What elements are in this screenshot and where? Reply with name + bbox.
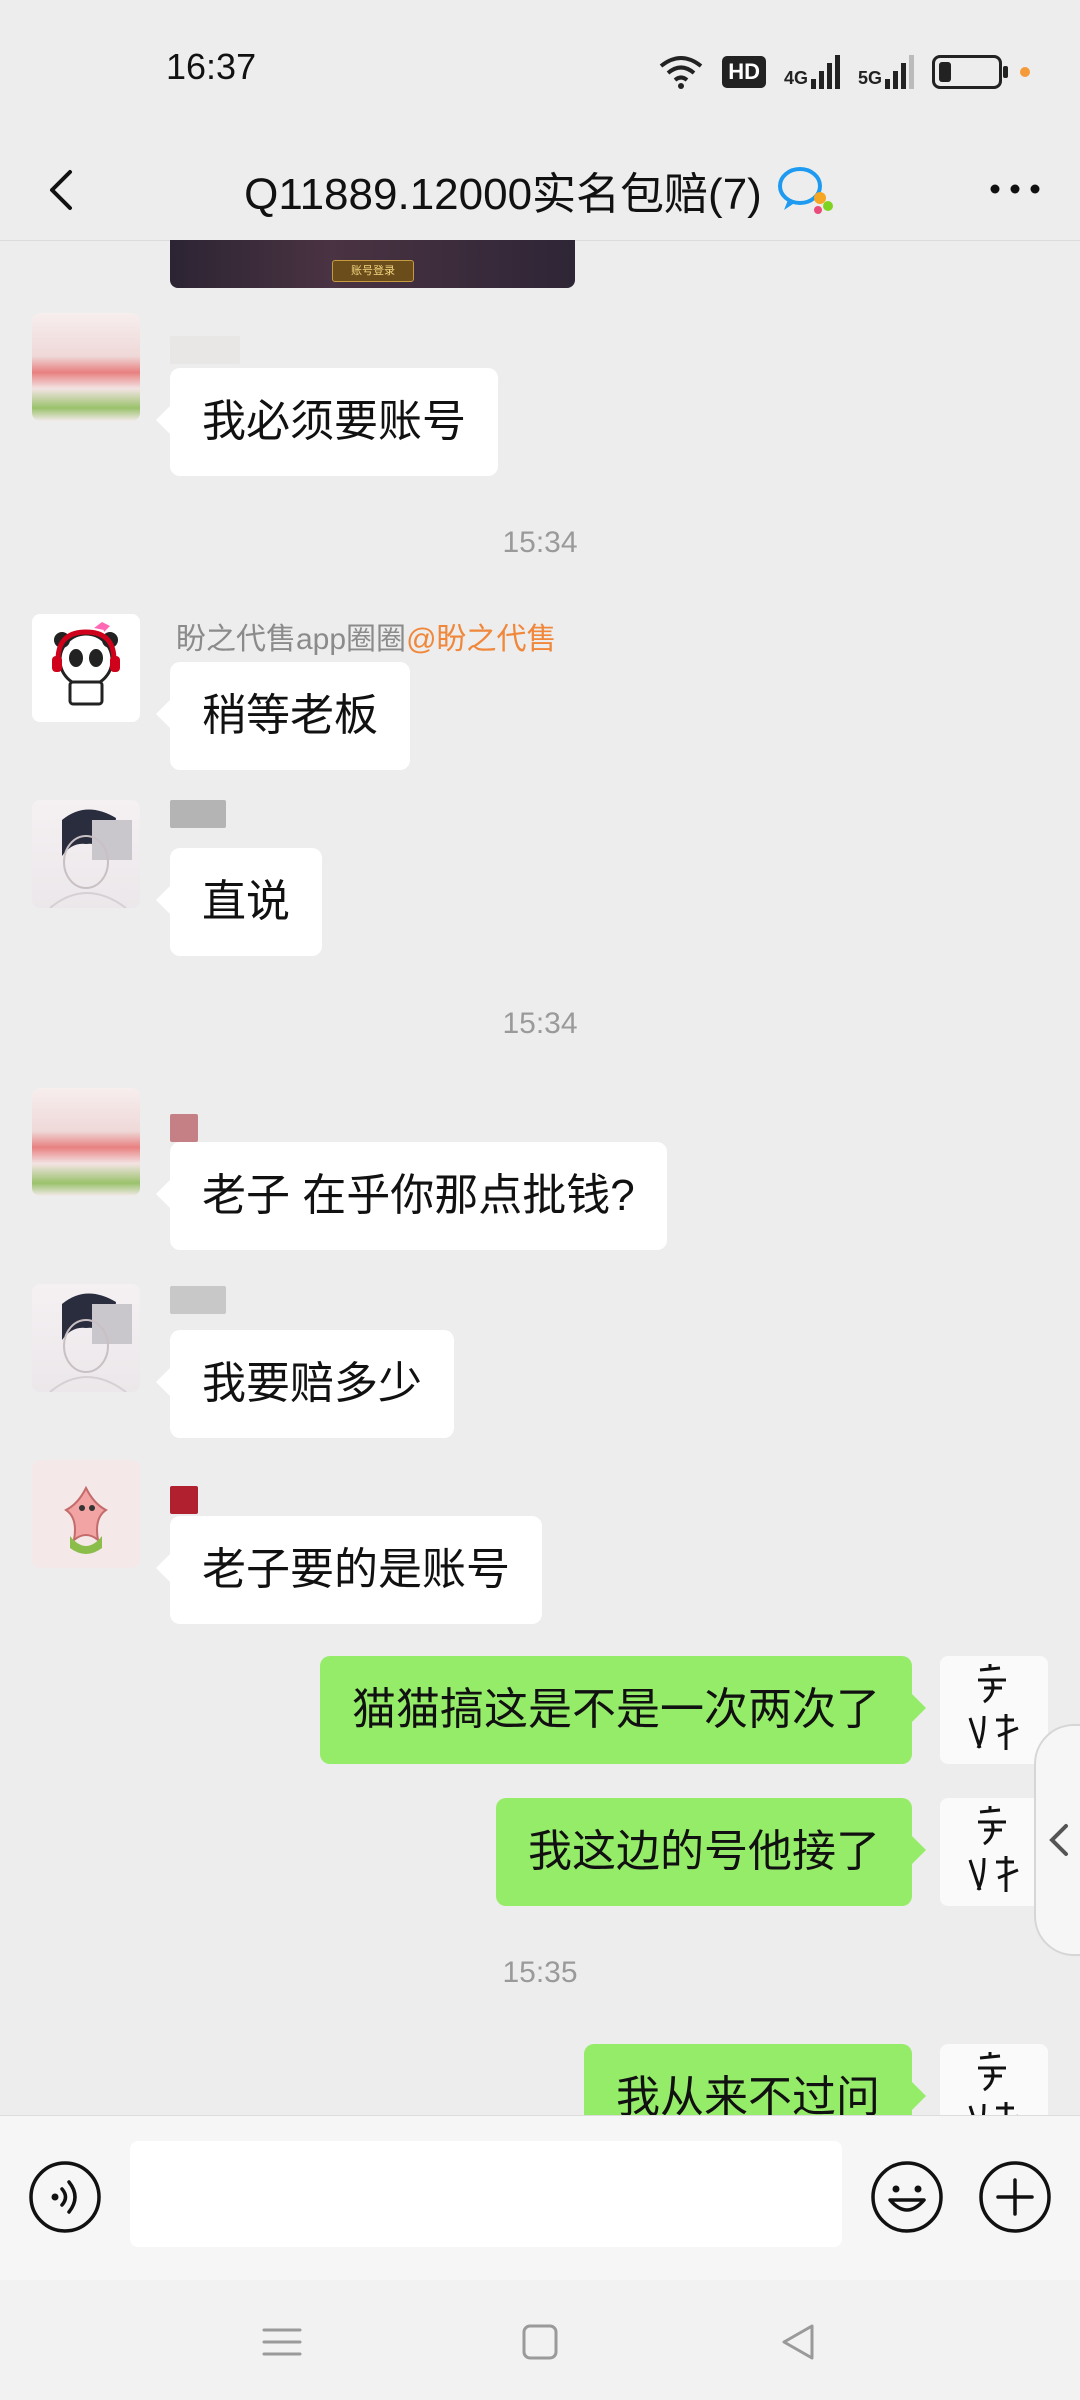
sender-name: 盼之代售app圈圈@盼之代售	[176, 614, 557, 658]
anime-boy-avatar[interactable]	[32, 1284, 140, 1392]
calligraphy-avatar[interactable]	[940, 1798, 1048, 1906]
floating-side-tab[interactable]	[1034, 1724, 1080, 1956]
wifi-icon	[659, 56, 703, 89]
mention-tag[interactable]: @盼之代售	[406, 623, 556, 656]
emoji-icon[interactable]	[870, 2160, 944, 2234]
message-bubble-outgoing[interactable]: 猫猫搞这是不是一次两次了	[320, 1656, 926, 1764]
qq-group-chat-icon	[777, 167, 833, 214]
message-input[interactable]	[130, 2141, 842, 2247]
timestamp: 15:35	[502, 1956, 578, 1989]
chevron-left-icon	[1049, 1824, 1068, 1856]
signal-5g: 5G	[858, 55, 914, 89]
chat-area[interactable]: 账号登录 我必须要账号 15:34 盼之代售app圈圈@盼之代售 稍等老板 直说…	[0, 240, 1080, 2115]
avatar[interactable]	[32, 313, 140, 421]
message-bubble-outgoing[interactable]: 我这边的号他接了	[496, 1798, 926, 1906]
message-bubble[interactable]: 我要赔多少	[156, 1330, 454, 1438]
avatar[interactable]	[32, 1088, 140, 1196]
battery-icon	[932, 55, 1008, 89]
image-message[interactable]: 账号登录	[170, 240, 575, 288]
system-nav-bar	[0, 2280, 1080, 2400]
message-bubble[interactable]: 直说	[156, 848, 322, 956]
timestamp: 15:34	[502, 1007, 578, 1040]
panda-avatar[interactable]	[32, 614, 140, 722]
calligraphy-icon	[968, 1806, 1019, 1892]
status-bar: 16:37 HD 4G 5G	[0, 0, 1080, 140]
calligraphy-avatar[interactable]	[940, 2044, 1048, 2115]
plus-icon[interactable]	[978, 2160, 1052, 2234]
signal-4g: 4G	[784, 55, 840, 89]
voice-icon[interactable]	[28, 2160, 102, 2234]
starfish-icon	[64, 1485, 108, 1554]
sender-name-blurred	[170, 1486, 198, 1514]
message-bubble[interactable]: 稍等老板	[156, 662, 410, 770]
notification-dot	[1020, 67, 1030, 77]
input-bar	[0, 2115, 1080, 2281]
calligraphy-avatar[interactable]	[940, 1656, 1048, 1764]
calligraphy-icon	[968, 1664, 1019, 1750]
anime-boy-icon	[49, 1293, 132, 1392]
message-bubble[interactable]: 老子 在乎你那点批钱?	[156, 1142, 667, 1250]
chat-header: Q11889.12000实名包赔(7)	[0, 140, 1080, 241]
message-bubble[interactable]: 老子要的是账号	[156, 1516, 542, 1624]
sender-name-blurred	[170, 800, 226, 828]
chat-title: Q11889.12000实名包赔(7)	[244, 170, 762, 219]
calligraphy-icon	[968, 2052, 1018, 2115]
home-icon[interactable]	[518, 2320, 562, 2364]
sender-name-blurred	[170, 1286, 226, 1314]
menu-icon[interactable]	[260, 2320, 304, 2364]
hd-badge: HD	[722, 56, 766, 88]
status-icons: HD 4G 5G	[658, 50, 1030, 94]
network-4g-label: 4G	[783, 68, 808, 88]
network-5g-label: 5G	[857, 68, 882, 88]
message-bubble-outgoing[interactable]: 我从来不过问	[584, 2044, 926, 2115]
image-preview-button: 账号登录	[332, 260, 414, 282]
ellipsis-icon[interactable]	[980, 164, 1050, 214]
sender-name-text: 盼之代售app圈圈	[176, 623, 407, 656]
status-time: 16:37	[166, 46, 257, 87]
sender-name-blurred	[170, 336, 240, 364]
anime-boy-icon	[49, 809, 132, 908]
back-triangle-icon[interactable]	[776, 2320, 820, 2364]
timestamp: 15:34	[502, 526, 578, 559]
chat-title-wrap: Q11889.12000实名包赔(7)	[0, 140, 1080, 240]
sender-name-blurred	[170, 1114, 198, 1142]
anime-boy-avatar[interactable]	[32, 800, 140, 908]
message-bubble[interactable]: 我必须要账号	[156, 368, 498, 476]
panda-icon	[52, 622, 120, 706]
starfish-avatar[interactable]	[32, 1460, 140, 1568]
